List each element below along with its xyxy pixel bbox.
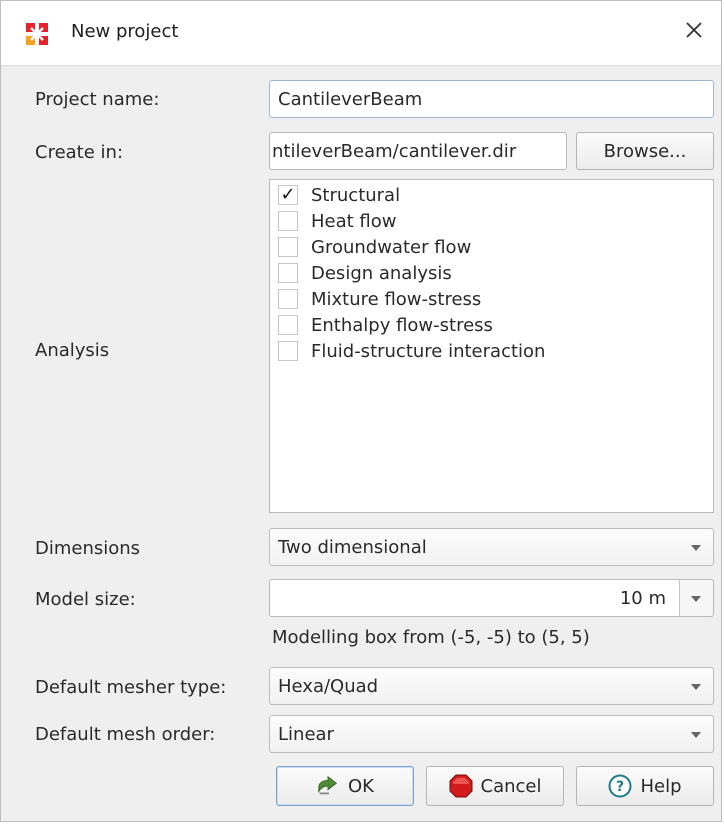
check-arrow-icon — [316, 774, 340, 798]
analysis-item-label: Structural — [311, 184, 401, 206]
model-size-label: Model size: — [35, 589, 136, 610]
chevron-down-icon — [691, 545, 701, 551]
help-button-label: Help — [640, 775, 682, 797]
analysis-item-fluid-structure-interaction[interactable]: Fluid-structure interaction — [278, 338, 545, 364]
analysis-checkbox[interactable] — [278, 237, 298, 257]
analysis-checkbox[interactable] — [278, 211, 298, 231]
help-icon: ? — [608, 774, 632, 798]
dimensions-value: Two dimensional — [278, 536, 427, 558]
analysis-checkbox[interactable] — [278, 263, 298, 283]
chevron-down-icon — [691, 596, 701, 602]
chevron-down-icon — [691, 684, 701, 690]
new-project-dialog: New project Project name: CantileverBeam… — [0, 0, 722, 822]
cancel-button-label: Cancel — [480, 775, 542, 797]
title-bar: New project — [1, 1, 721, 66]
mesh-order-label: Default mesh order: — [35, 724, 216, 745]
ok-button[interactable]: OK — [276, 766, 414, 806]
analysis-checkbox[interactable]: ✓ — [278, 185, 298, 205]
create-in-value: ntileverBeam/cantilever.dir — [272, 140, 517, 162]
analysis-item-structural[interactable]: ✓ Structural — [278, 182, 400, 208]
analysis-item-label: Mixture flow-stress — [311, 288, 482, 310]
analysis-item-label: Fluid-structure interaction — [311, 340, 546, 362]
analysis-checkbox[interactable] — [278, 315, 298, 335]
check-icon: ✓ — [280, 184, 296, 205]
mesh-order-select[interactable]: Linear — [269, 715, 714, 753]
ok-button-label: OK — [348, 775, 374, 797]
create-in-label: Create in: — [35, 142, 124, 163]
dimensions-label: Dimensions — [35, 538, 141, 559]
analysis-item-heat-flow[interactable]: Heat flow — [278, 208, 397, 234]
cancel-button[interactable]: Cancel — [426, 766, 564, 806]
window-title: New project — [71, 21, 179, 42]
analysis-list: ✓ Structural Heat flow Groundwater flow … — [269, 179, 714, 513]
mesh-order-value: Linear — [278, 723, 334, 745]
analysis-item-groundwater-flow[interactable]: Groundwater flow — [278, 234, 471, 260]
project-name-label: Project name: — [35, 89, 160, 110]
create-in-input[interactable]: ntileverBeam/cantilever.dir — [269, 132, 567, 170]
model-size-combo[interactable]: 10 m — [269, 579, 714, 617]
modelling-box-info: Modelling box from (-5, -5) to (5, 5) — [272, 627, 590, 648]
mesher-type-label: Default mesher type: — [35, 677, 227, 698]
analysis-item-enthalpy-flow-stress[interactable]: Enthalpy flow-stress — [278, 312, 493, 338]
app-logo-icon — [25, 22, 49, 46]
model-size-value: 10 m — [619, 587, 666, 609]
analysis-checkbox[interactable] — [278, 289, 298, 309]
help-button[interactable]: ? Help — [576, 766, 714, 806]
stop-icon — [449, 774, 473, 798]
analysis-item-design-analysis[interactable]: Design analysis — [278, 260, 452, 286]
dimensions-select[interactable]: Two dimensional — [269, 528, 714, 566]
svg-text:?: ? — [616, 779, 624, 795]
browse-button[interactable]: Browse... — [576, 132, 714, 170]
browse-button-label: Browse... — [603, 140, 687, 162]
analysis-item-mixture-flow-stress[interactable]: Mixture flow-stress — [278, 286, 481, 312]
analysis-item-label: Enthalpy flow-stress — [311, 314, 493, 336]
close-button[interactable] — [679, 17, 709, 47]
mesher-type-select[interactable]: Hexa/Quad — [269, 667, 714, 705]
project-name-input[interactable]: CantileverBeam — [269, 80, 714, 118]
close-icon — [685, 21, 703, 44]
analysis-checkbox[interactable] — [278, 341, 298, 361]
analysis-item-label: Groundwater flow — [311, 236, 472, 258]
chevron-down-icon — [691, 732, 701, 738]
analysis-item-label: Design analysis — [311, 262, 452, 284]
mesher-type-value: Hexa/Quad — [278, 675, 379, 697]
project-name-value: CantileverBeam — [278, 88, 423, 110]
model-size-dropdown-button[interactable] — [679, 580, 713, 616]
analysis-item-label: Heat flow — [311, 210, 397, 232]
analysis-label: Analysis — [35, 340, 110, 361]
